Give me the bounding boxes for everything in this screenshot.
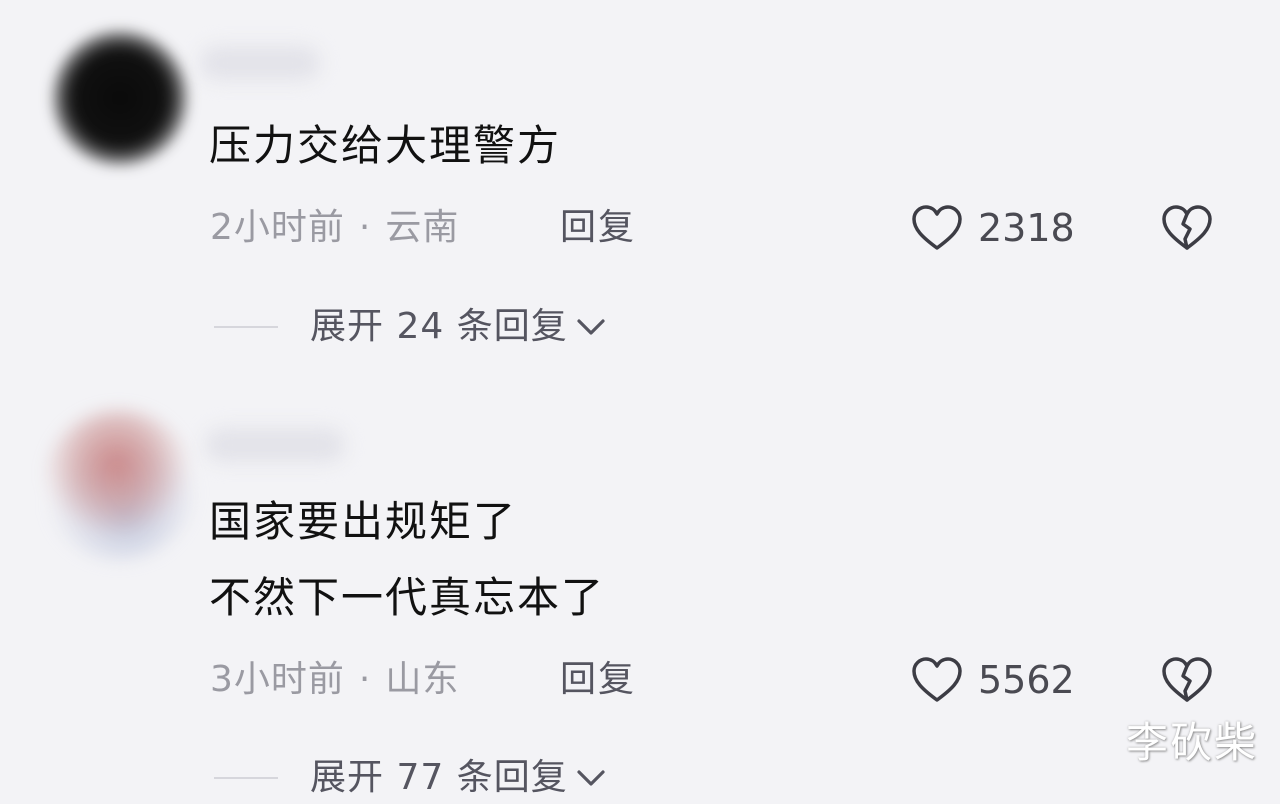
broken-heart-icon <box>1162 205 1212 250</box>
comment-list: 压力交给大理警方 2小时前 · 云南 回复 2318 展开 24 条回复 国家要… <box>0 0 1280 804</box>
meta-separator: · <box>358 659 372 700</box>
comment-meta: 3小时前 · 山东 <box>210 658 459 702</box>
watermark: 李砍柴 <box>1125 718 1258 767</box>
divider-line <box>214 326 278 328</box>
expand-replies-label: 展开 24 条回复 <box>310 306 568 347</box>
username-blurred[interactable] <box>205 428 345 462</box>
like-count: 5562 <box>978 658 1075 702</box>
comment-text: 压力交给大理警方 <box>209 121 562 170</box>
chevron-down-icon <box>577 319 605 335</box>
comment-time: 3小时前 <box>210 659 345 700</box>
heart-outline-icon <box>912 205 962 250</box>
username-blurred[interactable] <box>200 46 320 80</box>
avatar[interactable] <box>44 410 194 560</box>
meta-separator: · <box>358 207 372 248</box>
expand-replies-button[interactable]: 展开 77 条回复 <box>214 756 608 800</box>
like-button[interactable]: 2318 <box>910 203 1075 253</box>
comment-meta: 2小时前 · 云南 <box>210 206 459 250</box>
dislike-button[interactable] <box>1160 655 1214 709</box>
dislike-button[interactable] <box>1160 203 1214 257</box>
avatar[interactable] <box>50 28 190 168</box>
expand-replies-label: 展开 77 条回复 <box>310 757 568 798</box>
comment-time: 2小时前 <box>210 207 345 248</box>
like-button[interactable]: 5562 <box>910 655 1075 705</box>
chevron-down-icon <box>577 770 605 786</box>
reply-button[interactable]: 回复 <box>560 206 636 250</box>
heart-outline-icon <box>912 657 962 702</box>
broken-heart-icon <box>1162 657 1212 702</box>
reply-button[interactable]: 回复 <box>560 658 636 702</box>
like-count: 2318 <box>978 206 1075 250</box>
comment-location: 云南 <box>385 207 460 248</box>
expand-replies-button[interactable]: 展开 24 条回复 <box>214 305 608 349</box>
comment-text-line-1: 国家要出规矩了 <box>209 497 518 546</box>
comment-text-line-2: 不然下一代真忘本了 <box>209 573 606 622</box>
divider-line <box>214 777 278 779</box>
comment-location: 山东 <box>385 659 460 700</box>
